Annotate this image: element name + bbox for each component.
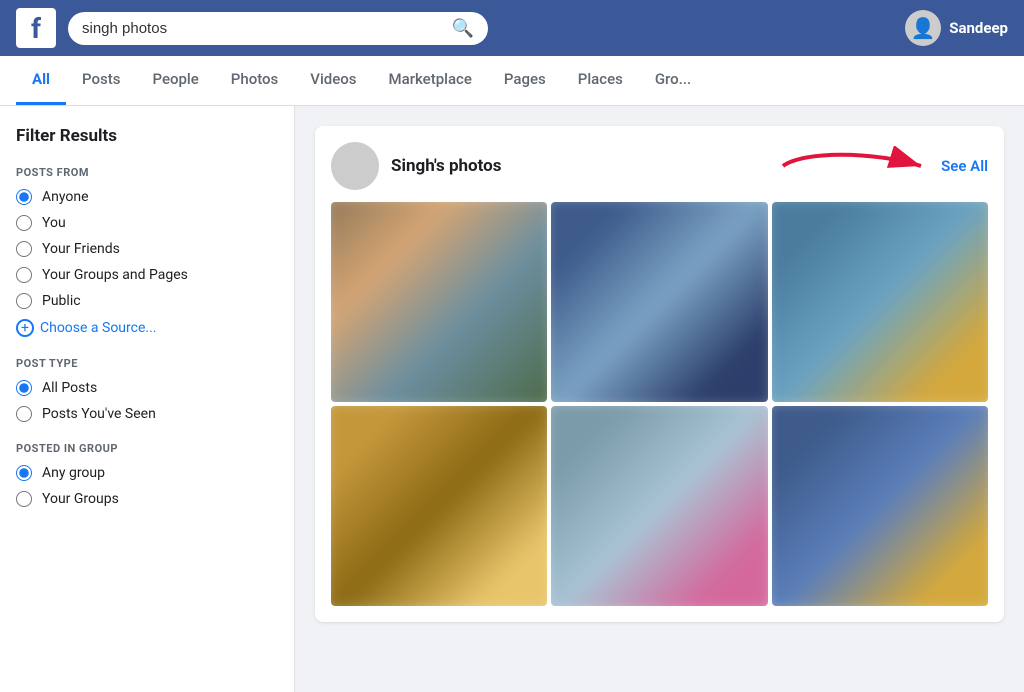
- radio-posts-seen-label: Posts You've Seen: [42, 406, 156, 422]
- radio-anyone-label: Anyone: [42, 189, 89, 205]
- radio-your-groups-only-input[interactable]: [16, 491, 32, 507]
- photo-cell-2[interactable]: [551, 202, 767, 402]
- photo-cell-1[interactable]: [331, 202, 547, 402]
- radio-you-label: You: [42, 215, 66, 231]
- photo-image-4: [331, 406, 547, 606]
- choose-source-link[interactable]: + Choose a Source...: [16, 319, 278, 337]
- photo-image-2: [551, 202, 767, 402]
- user-info: 👤 Sandeep: [905, 10, 1008, 46]
- photo-section: Singh's photos See All: [315, 126, 1004, 622]
- photo-image-6: [772, 406, 988, 606]
- search-input[interactable]: [82, 20, 444, 37]
- radio-your-groups-pages-input[interactable]: [16, 267, 32, 283]
- post-type-group: All Posts Posts You've Seen: [16, 380, 278, 422]
- tab-videos[interactable]: Videos: [294, 56, 372, 105]
- post-type-label: POST TYPE: [16, 357, 278, 370]
- radio-your-friends[interactable]: Your Friends: [16, 241, 278, 257]
- section-title: Singh's photos: [391, 156, 502, 176]
- avatar: 👤: [905, 10, 941, 46]
- tab-pages[interactable]: Pages: [488, 56, 562, 105]
- content-area: Singh's photos See All: [295, 106, 1024, 692]
- radio-your-groups-pages-label: Your Groups and Pages: [42, 267, 188, 283]
- radio-you-input[interactable]: [16, 215, 32, 231]
- tab-marketplace[interactable]: Marketplace: [373, 56, 488, 105]
- posts-from-group: Anyone You Your Friends Your Groups and …: [16, 189, 278, 309]
- see-all-link[interactable]: See All: [941, 157, 988, 175]
- tab-places[interactable]: Places: [562, 56, 639, 105]
- see-all-row: See All: [773, 146, 988, 186]
- radio-all-posts-input[interactable]: [16, 380, 32, 396]
- photo-image-5: [551, 406, 767, 606]
- photo-section-title-row: Singh's photos: [331, 142, 502, 190]
- radio-all-posts[interactable]: All Posts: [16, 380, 278, 396]
- radio-public-label: Public: [42, 293, 81, 309]
- photo-cell-5[interactable]: [551, 406, 767, 606]
- sidebar: Filter Results POSTS FROM Anyone You You…: [0, 106, 295, 692]
- profile-avatar: [331, 142, 379, 190]
- header: f 🔍 👤 Sandeep: [0, 0, 1024, 56]
- radio-your-groups-only[interactable]: Your Groups: [16, 491, 278, 507]
- main-layout: Filter Results POSTS FROM Anyone You You…: [0, 106, 1024, 692]
- tab-photos[interactable]: Photos: [215, 56, 294, 105]
- radio-your-friends-input[interactable]: [16, 241, 32, 257]
- filter-results-title: Filter Results: [16, 126, 278, 146]
- radio-anyone-input[interactable]: [16, 189, 32, 205]
- user-name: Sandeep: [949, 19, 1008, 37]
- posted-in-group-label: POSTED IN GROUP: [16, 442, 278, 455]
- posted-in-group-group: Any group Your Groups: [16, 465, 278, 507]
- photo-section-header: Singh's photos See All: [331, 142, 988, 190]
- radio-posts-seen-input[interactable]: [16, 406, 32, 422]
- radio-your-friends-label: Your Friends: [42, 241, 120, 257]
- radio-any-group-label: Any group: [42, 465, 105, 481]
- arrow-annotation: [773, 146, 933, 186]
- photo-cell-6[interactable]: [772, 406, 988, 606]
- radio-your-groups-only-label: Your Groups: [42, 491, 119, 507]
- photo-image-1: [331, 202, 547, 402]
- posts-from-label: POSTS FROM: [16, 166, 278, 179]
- plus-icon: +: [16, 319, 34, 337]
- radio-public-input[interactable]: [16, 293, 32, 309]
- radio-anyone[interactable]: Anyone: [16, 189, 278, 205]
- radio-any-group-input[interactable]: [16, 465, 32, 481]
- tab-groups[interactable]: Gro...: [639, 56, 707, 105]
- search-bar: 🔍: [68, 12, 488, 45]
- photo-cell-3[interactable]: [772, 202, 988, 402]
- tab-people[interactable]: People: [136, 56, 214, 105]
- radio-your-groups-pages[interactable]: Your Groups and Pages: [16, 267, 278, 283]
- tab-all[interactable]: All: [16, 56, 66, 105]
- radio-you[interactable]: You: [16, 215, 278, 231]
- nav-tabs: All Posts People Photos Videos Marketpla…: [0, 56, 1024, 106]
- photo-cell-4[interactable]: [331, 406, 547, 606]
- facebook-logo: f: [16, 8, 56, 48]
- search-button[interactable]: 🔍: [452, 18, 474, 39]
- radio-all-posts-label: All Posts: [42, 380, 97, 396]
- radio-any-group[interactable]: Any group: [16, 465, 278, 481]
- radio-public[interactable]: Public: [16, 293, 278, 309]
- photo-image-3: [772, 202, 988, 402]
- photo-grid: [331, 202, 988, 606]
- choose-source-label: Choose a Source...: [40, 320, 156, 336]
- radio-posts-seen[interactable]: Posts You've Seen: [16, 406, 278, 422]
- tab-posts[interactable]: Posts: [66, 56, 136, 105]
